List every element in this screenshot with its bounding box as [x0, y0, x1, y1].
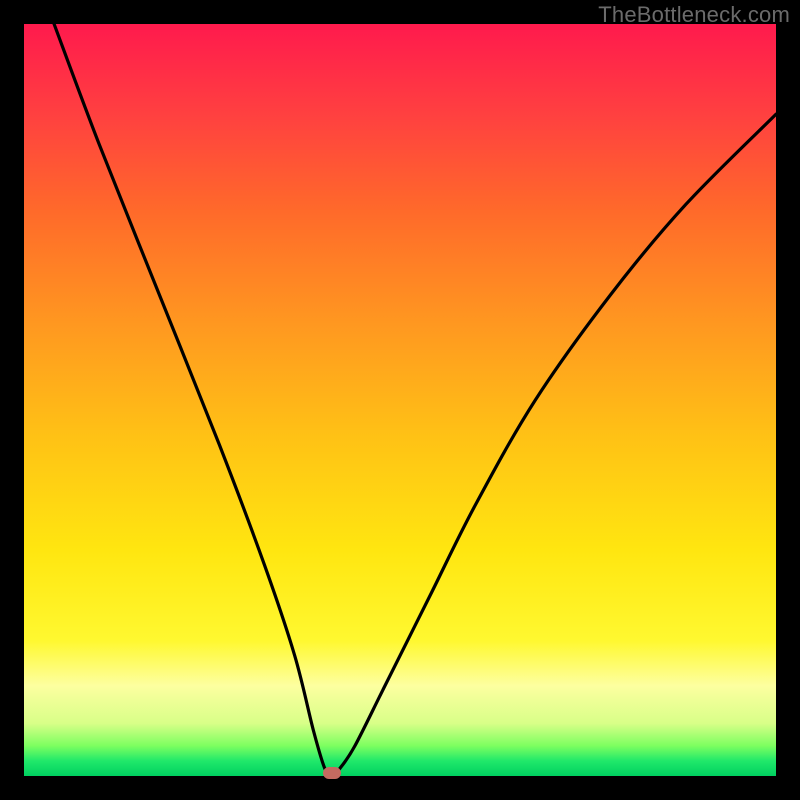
- chart-frame: TheBottleneck.com: [0, 0, 800, 800]
- optimal-point-marker: [323, 767, 341, 779]
- bottleneck-curve: [24, 24, 776, 776]
- plot-area: [24, 24, 776, 776]
